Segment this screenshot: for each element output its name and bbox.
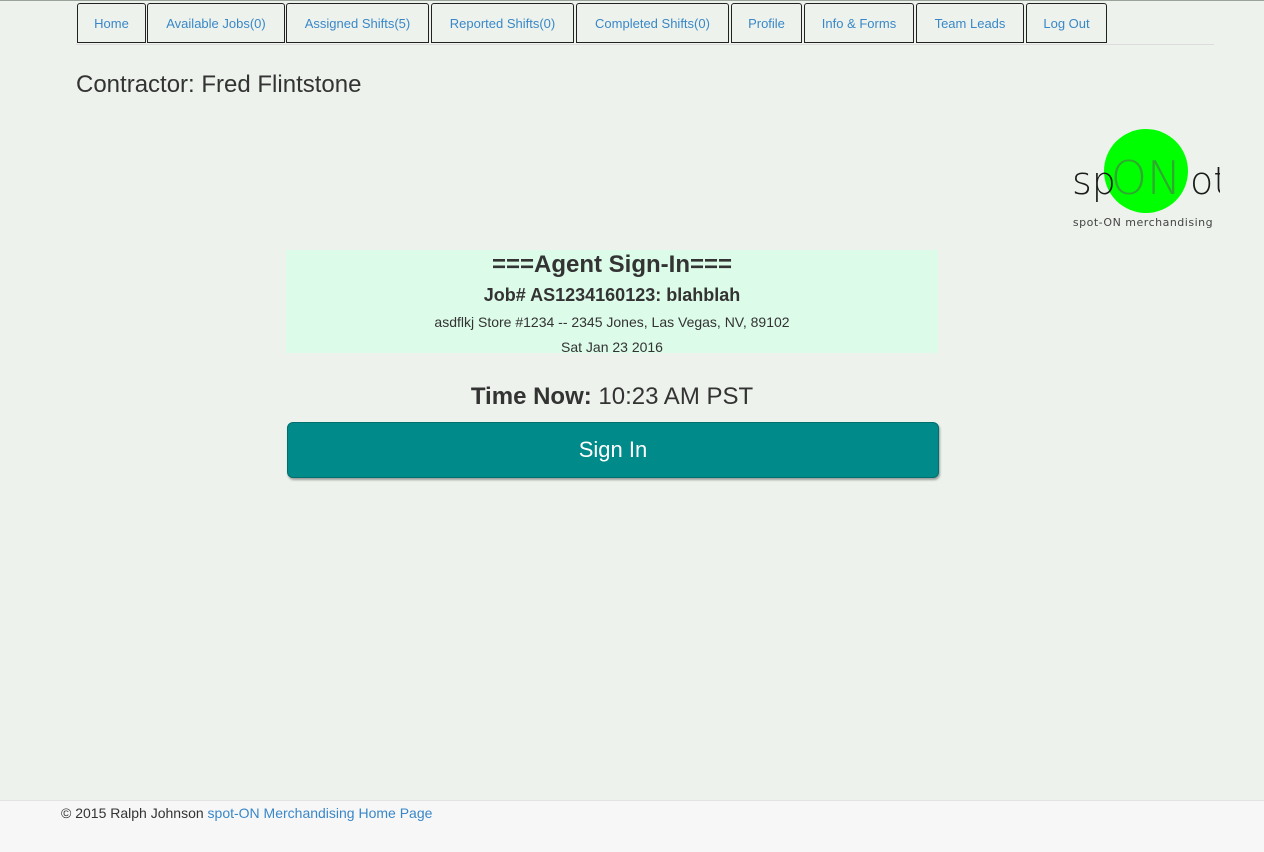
tab-completed-shifts[interactable]: Completed Shifts(0) [576, 3, 729, 43]
store-address: asdflkj Store #1234 -- 2345 Jones, Las V… [434, 314, 790, 330]
contractor-heading: Contractor: Fred Flintstone [76, 71, 362, 98]
tab-reported-shifts[interactable]: Reported Shifts(0) [431, 3, 574, 43]
sign-in-button[interactable]: Sign In [287, 422, 939, 478]
main-nav: Home Available Jobs(0) Assigned Shifts(5… [76, 3, 1214, 45]
tab-home[interactable]: Home [77, 3, 146, 43]
tab-team-leads[interactable]: Team Leads [916, 3, 1024, 43]
logo-text-sp: sp [1072, 159, 1116, 203]
agent-signin-panel: ===Agent Sign-In=== Job# AS1234160123: b… [286, 250, 938, 355]
logo-tagline: spot-ON merchandising [1073, 216, 1213, 229]
footer-text: © 2015 Ralph Johnson spot-ON Merchandisi… [61, 805, 432, 821]
footer-copyright: © 2015 Ralph Johnson [61, 805, 204, 821]
tab-info-forms[interactable]: Info & Forms [804, 3, 914, 43]
tab-profile[interactable]: Profile [731, 3, 802, 43]
tab-assigned-shifts[interactable]: Assigned Shifts(5) [286, 3, 429, 43]
signin-title: ===Agent Sign-In=== [491, 251, 733, 278]
time-now-label: Time Now: [470, 383, 592, 410]
footer: © 2015 Ralph Johnson spot-ON Merchandisi… [0, 800, 1264, 852]
tab-available-jobs[interactable]: Available Jobs(0) [147, 3, 285, 43]
home-page-link[interactable]: spot-ON Merchandising Home Page [208, 805, 433, 821]
time-now: Time Now: 10:23 AM PST [286, 383, 938, 411]
tab-log-out[interactable]: Log Out [1026, 3, 1107, 43]
job-number: Job# AS1234160123: blahblah [483, 285, 741, 305]
logo-text-ot: ot [1190, 159, 1220, 203]
logo-text-on: ON [1111, 151, 1182, 205]
time-now-value: 10:23 AM PST [598, 383, 754, 410]
spot-on-logo: sp ON ot spot-ON merchandising [1072, 129, 1220, 229]
shift-date: Sat Jan 23 2016 [561, 339, 663, 355]
top-border [0, 0, 1264, 1]
